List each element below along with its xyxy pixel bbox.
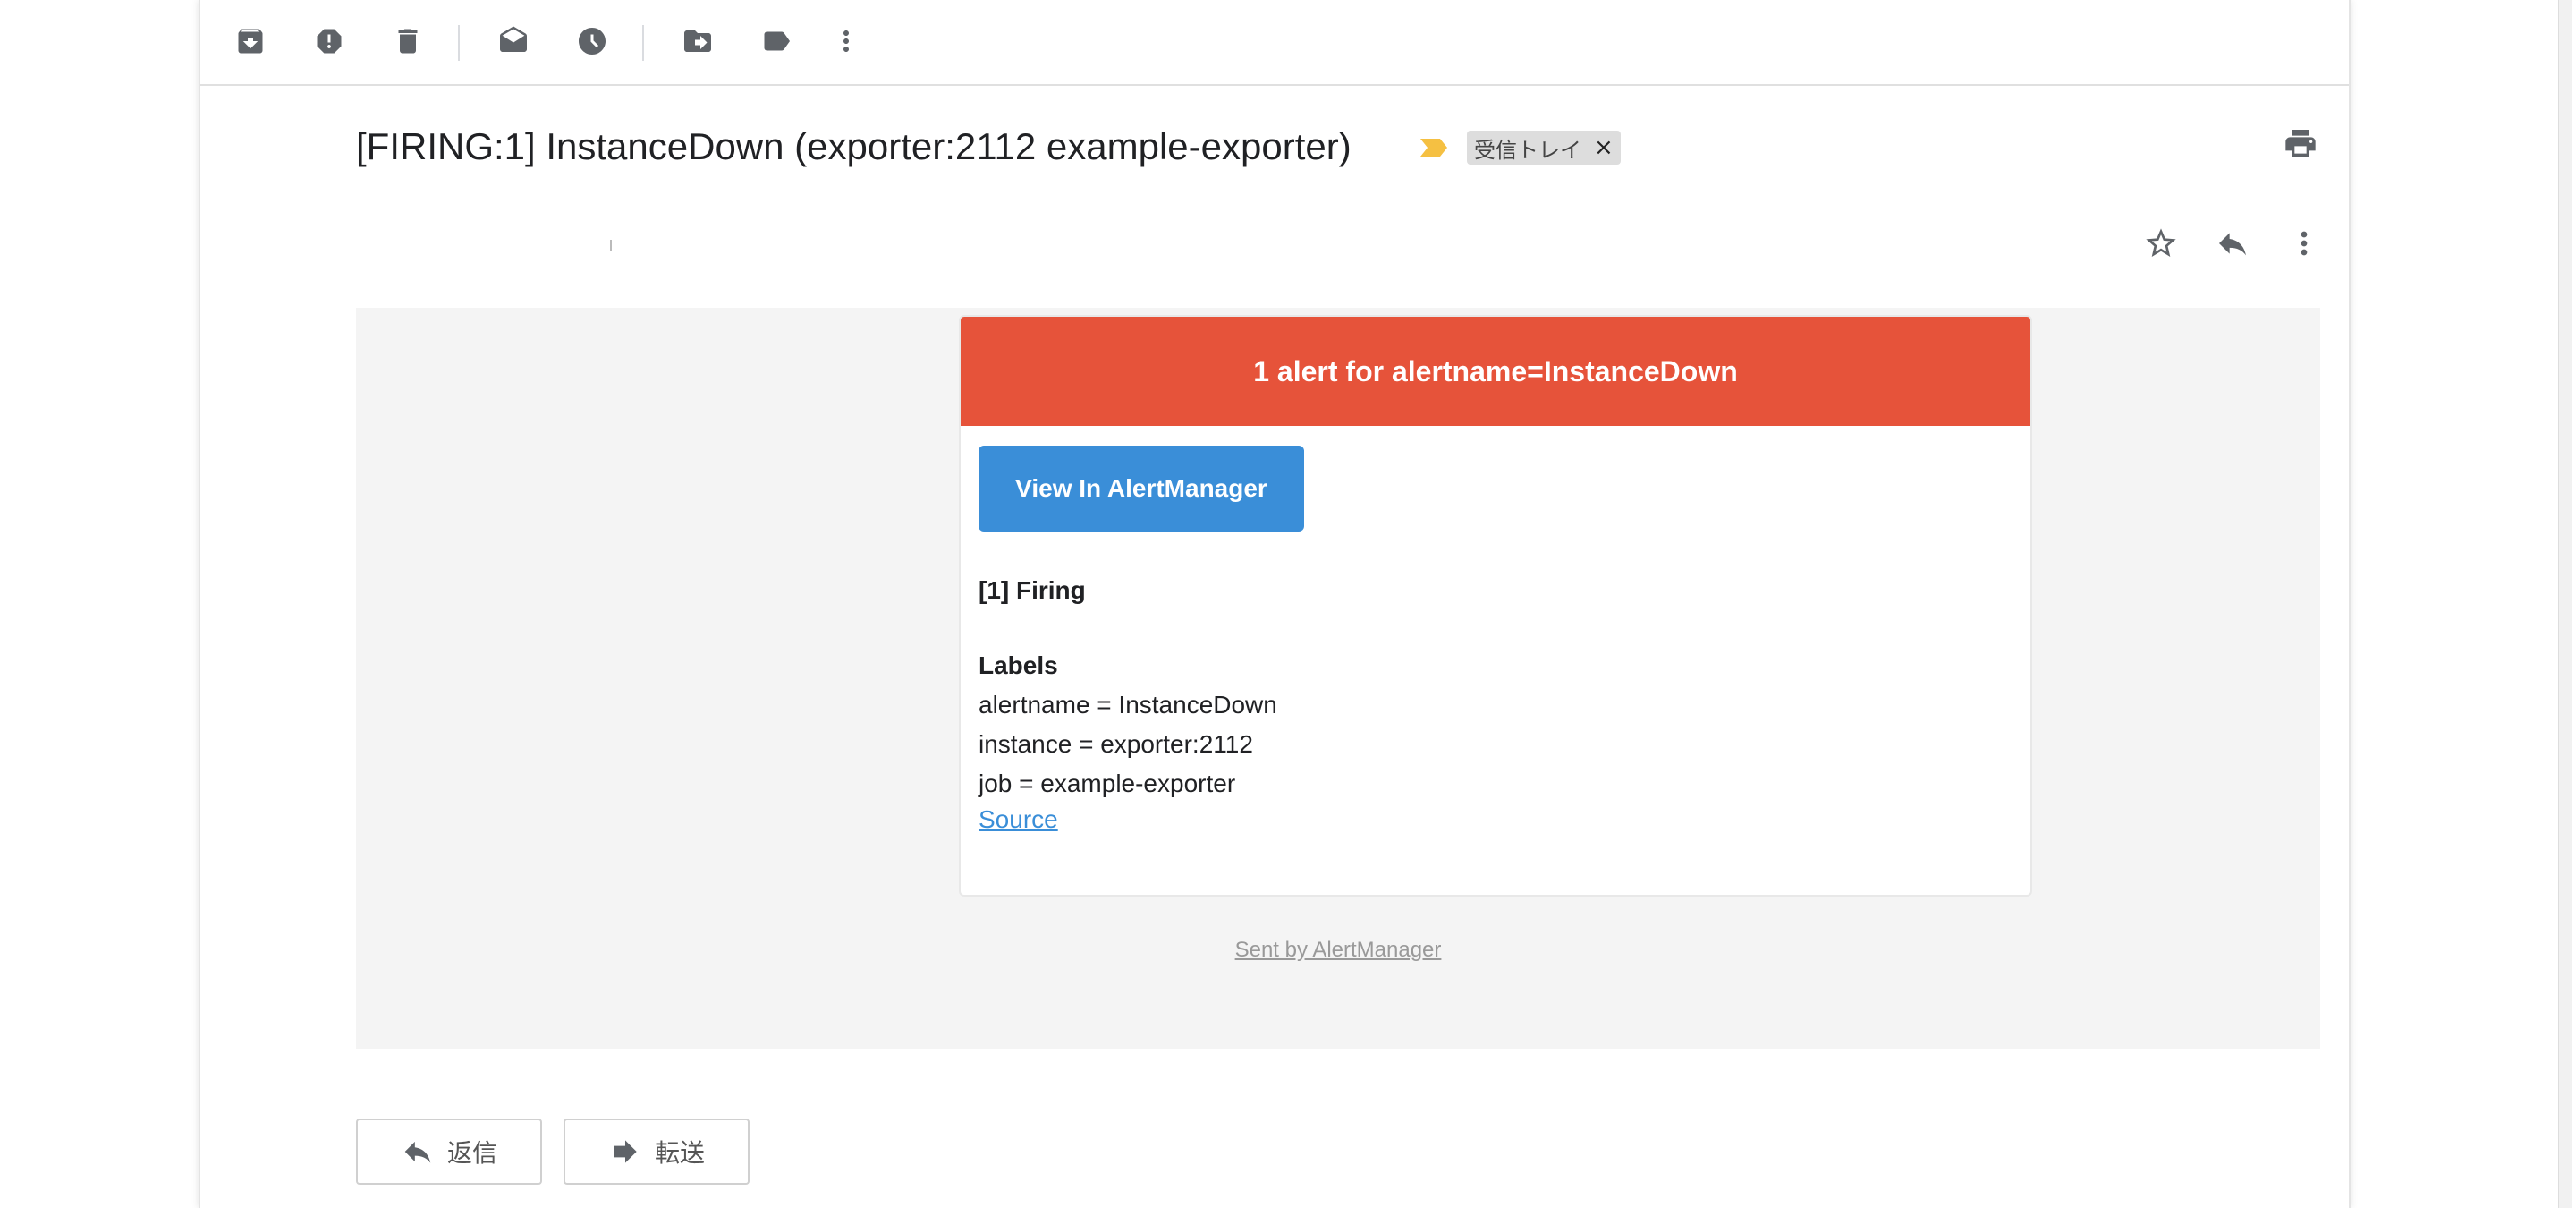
more-vert-icon[interactable] [826,21,866,61]
scrollbar-track[interactable] [2558,0,2572,1208]
labels-heading: Labels [979,651,1058,679]
remove-label-icon[interactable]: × [1594,134,1614,161]
delete-icon[interactable] [388,21,428,61]
sender-divider [610,240,612,251]
inbox-label-chip: 受信トレイ × [1467,131,1621,165]
report-spam-icon[interactable] [309,21,349,61]
firing-heading: [1] Firing [979,576,1086,604]
move-to-icon[interactable] [678,21,717,61]
toolbar-divider [458,25,460,61]
reply-icon[interactable] [2213,224,2252,263]
alert-header: 1 alert for alertname=InstanceDown [961,317,2030,426]
alert-card: 1 alert for alertname=InstanceDown View … [959,315,2032,897]
label-line: instance = exporter:2112 [979,730,1253,758]
email-subject: [FIRING:1] InstanceDown (exporter:2112 e… [356,125,1352,167]
label-line: job = example-exporter [979,770,1236,797]
toolbar [200,0,2349,86]
label-icon[interactable] [757,21,796,61]
footer: Sent by AlertManager [356,938,2320,963]
forward-icon [614,1140,637,1163]
archive-icon[interactable] [231,21,270,61]
star-icon[interactable] [2141,224,2181,263]
source-link[interactable]: Source [979,805,1058,834]
snooze-icon[interactable] [572,21,612,61]
forward-label: 転送 [654,1138,705,1168]
reply-label: 返信 [446,1138,497,1168]
label-chip-text: 受信トレイ [1474,137,1581,163]
view-in-alertmanager-button[interactable]: View In AlertManager [979,446,1304,532]
forward-button[interactable]: 転送 [564,1119,750,1185]
mark-as-read-icon[interactable] [494,21,533,61]
toolbar-divider [642,25,644,61]
reply-icon [404,1141,431,1163]
reply-button[interactable]: 返信 [356,1119,542,1185]
email-panel: [FIRING:1] InstanceDown (exporter:2112 e… [199,0,2351,1208]
sent-by-link[interactable]: Sent by AlertManager [1235,938,1442,962]
print-icon[interactable] [2283,125,2322,165]
email-body: 1 alert for alertname=InstanceDown View … [356,308,2320,1049]
scrollbar[interactable] [2555,0,2576,1208]
importance-marker-icon[interactable] [1419,137,1449,158]
label-line: alertname = InstanceDown [979,691,1277,719]
more-vert-icon[interactable] [2284,224,2324,263]
